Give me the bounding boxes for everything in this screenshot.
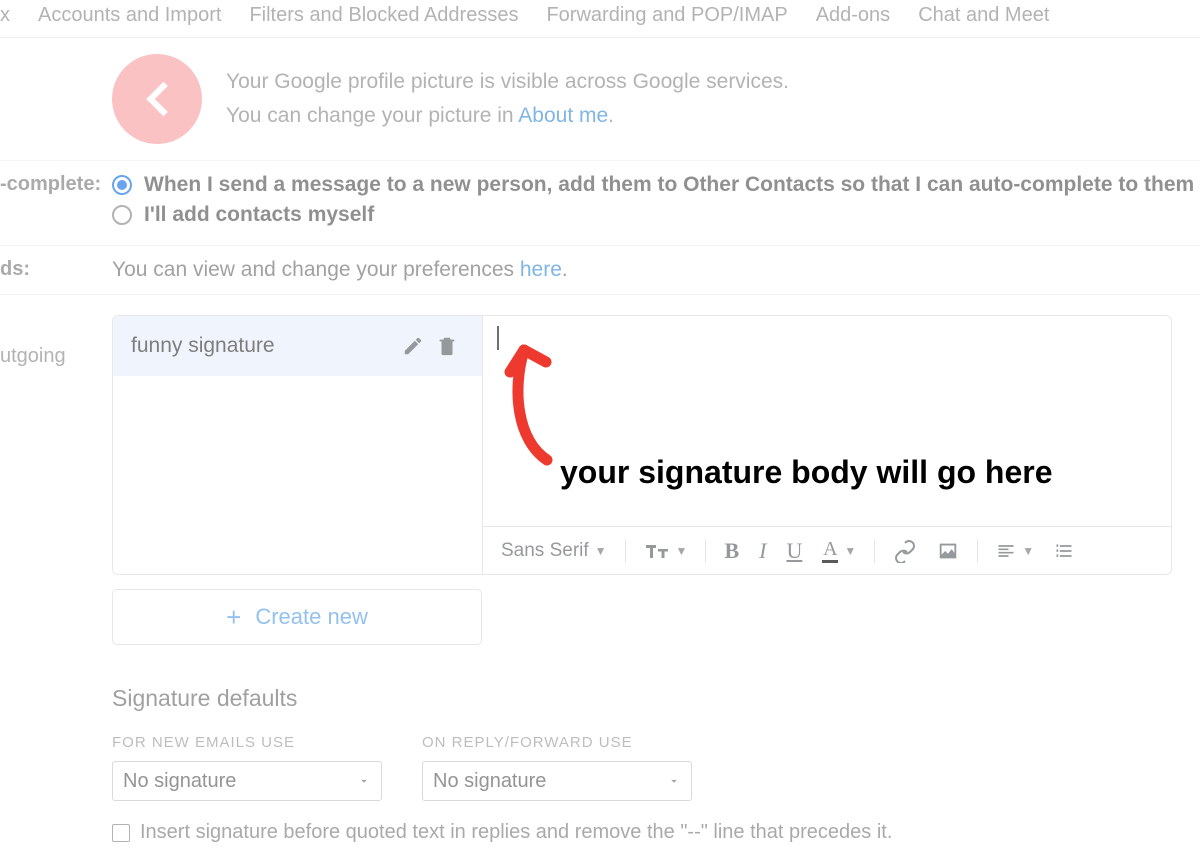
default-reply-value: No signature [433, 770, 546, 793]
tab-accounts-import[interactable]: Accounts and Import [38, 4, 221, 27]
pencil-icon [402, 335, 424, 357]
signature-editor: Sans Serif ▼ ▼ B I U A ▼ [483, 316, 1171, 574]
ads-text: You can view and change your preferences… [112, 258, 1200, 282]
autocomplete-option2-text: I'll add contacts myself [144, 203, 374, 227]
checkbox-icon[interactable] [112, 824, 130, 842]
numbered-list-button[interactable] [1046, 537, 1082, 565]
profile-line1: Your Google profile picture is visible a… [226, 65, 789, 99]
tab-filters-blocked[interactable]: Filters and Blocked Addresses [249, 4, 518, 27]
trash-icon [436, 335, 458, 357]
create-new-signature-button[interactable]: + Create new [112, 589, 482, 645]
delete-signature-button[interactable] [430, 329, 464, 363]
autocomplete-option1-text: When I send a message to a new person, a… [144, 173, 1194, 197]
chevron-left-icon [131, 73, 183, 125]
align-icon [996, 541, 1016, 561]
separator [625, 539, 626, 563]
signature-toolbar: Sans Serif ▼ ▼ B I U A ▼ [483, 526, 1171, 574]
ads-section: ds: You can view and change your prefere… [0, 246, 1200, 295]
profile-picture-section: Your Google profile picture is visible a… [0, 38, 1200, 161]
avatar[interactable] [112, 54, 202, 144]
signature-editor-box: funny signature Sans Serif ▼ [112, 315, 1172, 575]
signature-body-input[interactable] [483, 316, 1171, 526]
profile-line2-suffix: . [608, 104, 614, 127]
separator [874, 539, 875, 563]
signature-section: utgoing funny signature Sans Serif ▼ [0, 295, 1200, 575]
profile-text: Your Google profile picture is visible a… [226, 65, 789, 132]
tab-partial[interactable]: x [0, 4, 10, 27]
underline-button[interactable]: U [778, 534, 810, 568]
chevron-down-icon [667, 774, 681, 788]
italic-button[interactable]: I [751, 534, 774, 568]
text-color-button[interactable]: A ▼ [814, 535, 864, 567]
ads-label: ds: [0, 258, 112, 282]
default-reply-label: ON REPLY/FORWARD USE [422, 734, 692, 751]
list-icon [1054, 541, 1074, 561]
autocomplete-option-auto[interactable]: When I send a message to a new person, a… [112, 173, 1200, 197]
default-new-select[interactable]: No signature [112, 761, 382, 801]
radio-icon[interactable] [112, 175, 132, 195]
default-new-group: FOR NEW EMAILS USE No signature [112, 734, 382, 801]
font-size-select[interactable]: ▼ [636, 537, 696, 565]
settings-tabs: x Accounts and Import Filters and Blocke… [0, 0, 1200, 38]
tab-forwarding-pop-imap[interactable]: Forwarding and POP/IMAP [546, 4, 787, 27]
profile-line2-prefix: You can change your picture in [226, 104, 518, 127]
separator [705, 539, 706, 563]
plus-icon: + [226, 602, 241, 633]
tab-chat-meet[interactable]: Chat and Meet [918, 4, 1049, 27]
link-icon [893, 539, 917, 563]
default-reply-select[interactable]: No signature [422, 761, 692, 801]
autocomplete-option-manual[interactable]: I'll add contacts myself [112, 203, 1200, 227]
font-family-label: Sans Serif [501, 540, 589, 562]
insert-before-quoted-row[interactable]: Insert signature before quoted text in r… [112, 821, 1200, 844]
signature-item[interactable]: funny signature [113, 316, 482, 376]
default-new-value: No signature [123, 770, 236, 793]
default-reply-group: ON REPLY/FORWARD USE No signature [422, 734, 692, 801]
ads-here-link[interactable]: here [520, 258, 562, 281]
ads-prefix: You can view and change your preferences [112, 258, 520, 281]
signature-defaults-heading: Signature defaults [112, 685, 1200, 712]
chevron-down-icon [357, 774, 371, 788]
separator [977, 539, 978, 563]
default-new-label: FOR NEW EMAILS USE [112, 734, 382, 751]
signature-label: utgoing [0, 315, 112, 575]
caret-down-icon: ▼ [844, 544, 856, 558]
font-family-select[interactable]: Sans Serif ▼ [493, 536, 615, 566]
text-size-icon [644, 541, 670, 561]
autocomplete-label: -complete: [0, 173, 112, 233]
edit-signature-button[interactable] [396, 329, 430, 363]
caret-down-icon: ▼ [595, 544, 607, 558]
caret-down-icon: ▼ [676, 544, 688, 558]
ads-suffix: . [562, 258, 568, 281]
insert-link-button[interactable] [885, 535, 925, 567]
image-icon [937, 540, 959, 562]
about-me-link[interactable]: About me [518, 104, 608, 127]
bold-button[interactable]: B [716, 534, 747, 568]
tab-addons[interactable]: Add-ons [816, 4, 891, 27]
profile-line2: You can change your picture in About me. [226, 99, 789, 133]
autocomplete-section: -complete: When I send a message to a ne… [0, 161, 1200, 246]
align-button[interactable]: ▼ [988, 537, 1042, 565]
insert-before-quoted-label: Insert signature before quoted text in r… [140, 821, 892, 844]
signature-defaults: Signature defaults FOR NEW EMAILS USE No… [112, 685, 1200, 844]
caret-down-icon: ▼ [1022, 544, 1034, 558]
signature-item-name: funny signature [131, 334, 396, 358]
create-new-label: Create new [255, 604, 368, 630]
insert-image-button[interactable] [929, 536, 967, 566]
signature-list: funny signature [113, 316, 483, 574]
radio-icon[interactable] [112, 205, 132, 225]
text-cursor [497, 326, 499, 350]
